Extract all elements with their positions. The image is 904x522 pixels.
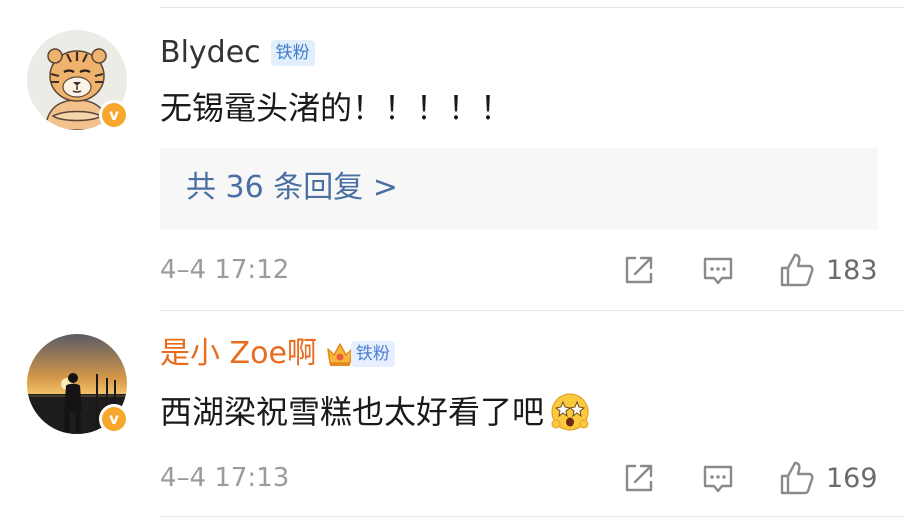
comment-text: 无锡鼋头渚的！！！！！ bbox=[160, 89, 513, 127]
timestamp: 4–4 17:13 bbox=[160, 463, 290, 493]
timestamp: 4–4 17:12 bbox=[160, 255, 290, 285]
starry-eyed-emoji-icon bbox=[551, 393, 589, 431]
like-count: 169 bbox=[826, 462, 878, 494]
avatar-container[interactable]: v bbox=[27, 30, 129, 130]
divider bbox=[160, 516, 904, 517]
comment-icon bbox=[703, 465, 733, 493]
share-icon bbox=[625, 256, 653, 284]
like-icon bbox=[780, 253, 814, 287]
view-replies-link[interactable]: 共 36 条回复 > bbox=[186, 168, 398, 208]
fan-badge[interactable]: 铁粉 bbox=[270, 40, 315, 66]
avatar-container[interactable]: v bbox=[27, 334, 129, 434]
name-row: Blydec 铁粉 bbox=[160, 33, 315, 73]
share-icon bbox=[625, 464, 653, 492]
verified-icon: v bbox=[99, 100, 129, 130]
comment-button[interactable] bbox=[700, 458, 736, 498]
comment-meta: 4–4 17:12 183 bbox=[160, 250, 878, 290]
like-button[interactable]: 169 bbox=[778, 458, 878, 498]
comment-button[interactable] bbox=[700, 250, 736, 290]
comment-text-content: 西湖梁祝雪糕也太好看了吧 bbox=[160, 393, 545, 431]
username[interactable]: 是小 Zoe啊 bbox=[160, 334, 317, 374]
replies-box[interactable]: 共 36 条回复 > bbox=[160, 148, 878, 230]
fan-badge[interactable]: 铁粉 bbox=[350, 341, 395, 367]
comment-meta: 4–4 17:13 169 bbox=[160, 458, 878, 498]
like-count: 183 bbox=[826, 254, 878, 286]
share-button[interactable] bbox=[621, 458, 657, 498]
username[interactable]: Blydec bbox=[160, 33, 261, 73]
comment-text: 西湖梁祝雪糕也太好看了吧 bbox=[160, 390, 592, 434]
comment-item: v 是小 Zoe啊 铁粉 西湖梁祝雪糕也太好看了吧 4–4 17:13 169 bbox=[0, 310, 904, 522]
share-button[interactable] bbox=[621, 250, 657, 290]
name-row: 是小 Zoe啊 铁粉 bbox=[160, 334, 395, 374]
comment-item: v Blydec 铁粉 无锡鼋头渚的！！！！！ 共 36 条回复 > 4–4 1… bbox=[0, 0, 904, 310]
like-icon bbox=[780, 461, 814, 495]
comment-icon bbox=[703, 257, 733, 285]
like-button[interactable]: 183 bbox=[778, 250, 878, 290]
verified-icon: v bbox=[99, 404, 129, 434]
